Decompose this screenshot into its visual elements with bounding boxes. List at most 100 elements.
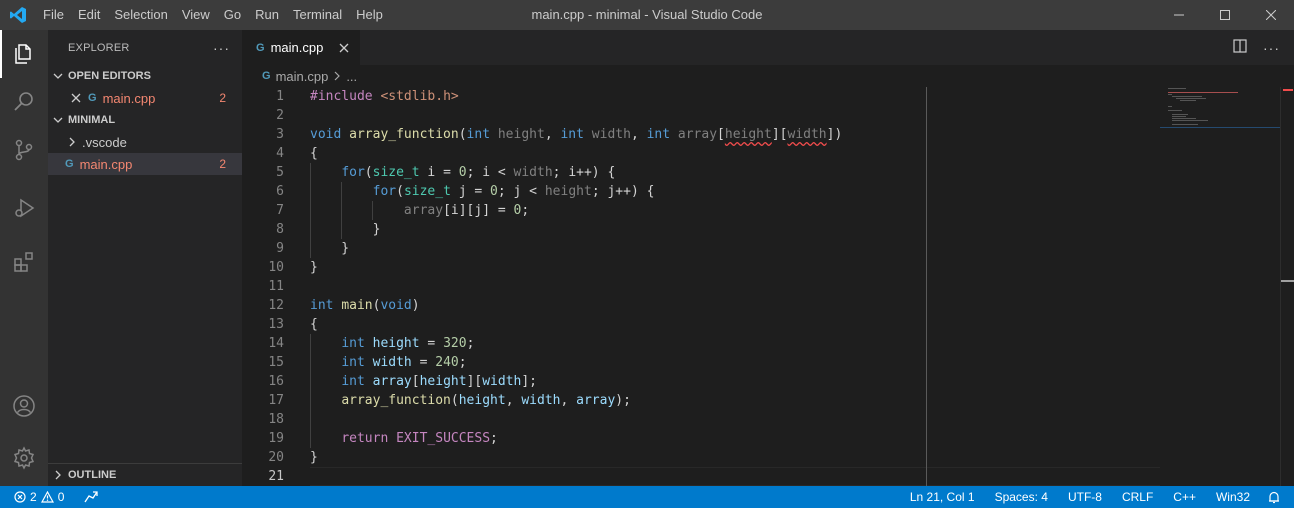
outline-section: OUTLINE [48,463,242,486]
close-window-button[interactable] [1248,0,1294,30]
minimap-line [1176,98,1206,99]
code-line: 16 int array[height][width]; [268,374,538,389]
status-right: Ln 21, Col 1 Spaces: 4 UTF-8 CRLF C++ Wi… [902,490,1294,504]
minimap-line [1160,127,1280,128]
search-icon [14,92,33,111]
close-icon [1266,10,1276,20]
platform[interactable]: Win32 [1204,490,1258,504]
close-tab-button[interactable] [336,40,352,56]
minimap-line [1168,110,1182,111]
minimap-line [1172,116,1186,117]
end-of-line[interactable]: CRLF [1110,490,1161,504]
minimize-button[interactable] [1156,0,1202,30]
outline-header[interactable]: OUTLINE [48,464,242,486]
vertical-scrollbar[interactable] [1280,87,1294,486]
open-editors-label: OPEN EDITORS [68,70,151,82]
menu-bar: File Edit Selection View Go Run Terminal… [36,0,390,30]
breadcrumb-file[interactable]: main.cpp [276,69,329,84]
notifications-button[interactable] [1258,491,1294,504]
chevron-right-icon [64,137,80,147]
code-line: 5 for(size_t i = 0; i < width; i++) { [276,165,616,180]
tree-item-vscode-folder[interactable]: .vscode [48,131,242,153]
warning-count: 0 [57,490,65,504]
source-control-button[interactable] [0,126,48,174]
status-bar: 2 0 Ln 21, Col 1 Spaces: 4 UTF-8 CRLF C+… [0,486,1294,508]
tab-main-cpp[interactable]: G main.cpp [242,30,360,65]
chevron-right-icon [333,69,341,84]
live-share-button[interactable] [76,491,106,503]
code-line: 11 [268,279,284,294]
minimap-line [1168,88,1186,89]
open-editor-item[interactable]: G main.cpp 2 [48,87,242,109]
code-line: 6 for(size_t j = 0; j < height; j++) { [276,184,655,199]
chevron-down-icon [48,115,68,125]
explorer-sidebar: EXPLORER ··· OPEN EDITORS G main.cpp 2 M… [48,30,242,486]
gear-icon [13,446,35,470]
breadcrumb-more[interactable]: ... [346,69,357,84]
menu-help[interactable]: Help [349,0,390,30]
explorer-header: EXPLORER ··· [48,30,242,65]
run-debug-icon [15,198,35,218]
code-line: 8 } [276,222,381,237]
tree-item-main-cpp[interactable]: G main.cpp 2 [48,153,242,175]
open-editor-filename: main.cpp [102,90,156,106]
chevron-down-icon [48,71,68,81]
problems-indicator[interactable]: 2 0 [10,490,72,504]
extensions-icon [14,252,33,272]
encoding[interactable]: UTF-8 [1056,490,1110,504]
run-debug-button[interactable] [0,184,48,232]
minimap[interactable] [1160,87,1280,486]
files-icon [15,44,31,64]
status-left: 2 0 [0,490,106,504]
cpp-file-icon: G [65,158,74,170]
menu-run[interactable]: Run [248,0,286,30]
code-line: 1 #include <stdlib.h> [276,89,459,104]
error-marker [1283,89,1293,91]
settings-button[interactable] [0,434,48,482]
indentation[interactable]: Spaces: 4 [983,490,1056,504]
problem-count-badge: 2 [219,157,226,171]
menu-edit[interactable]: Edit [71,0,107,30]
minimap-line [1168,106,1172,107]
code-line: 10} [268,260,318,275]
menu-go[interactable]: Go [217,0,248,30]
cpp-file-icon: G [262,70,271,82]
open-editors-header[interactable]: OPEN EDITORS [48,65,242,87]
code-line: 7 array[i][j] = 0; [276,203,530,218]
language-mode[interactable]: C++ [1161,490,1204,504]
close-icon [339,43,349,52]
minimize-icon [1174,14,1184,16]
menu-selection[interactable]: Selection [107,0,174,30]
folder-label: MINIMAL [68,114,116,126]
maximize-icon [1220,10,1230,20]
minimap-line [1172,120,1208,121]
cursor-position[interactable]: Ln 21, Col 1 [902,490,983,504]
code-editor[interactable]: 1 #include <stdlib.h> 2 3 void array_funct… [242,87,1160,486]
tab-label: main.cpp [270,40,324,55]
more-actions-icon[interactable]: ··· [1263,40,1280,56]
code-line: 21 [268,469,284,484]
extensions-button[interactable] [0,238,48,286]
source-control-icon [15,139,33,161]
minimap-line [1168,94,1172,95]
tree-item-label: .vscode [82,134,127,150]
tab-bar: G main.cpp ··· [242,30,1294,65]
split-editor-icon[interactable] [1233,39,1247,56]
accounts-button[interactable] [0,382,48,430]
cpp-file-icon: G [256,41,265,54]
menu-terminal[interactable]: Terminal [286,0,349,30]
search-button[interactable] [0,78,48,126]
code-line: 20} [268,450,318,465]
more-actions-icon[interactable]: ··· [213,40,230,56]
menu-file[interactable]: File [36,0,71,30]
close-editor-icon[interactable] [68,93,84,103]
error-icon [14,491,26,503]
outline-label: OUTLINE [68,469,117,481]
title-bar: File Edit Selection View Go Run Terminal… [0,0,1294,30]
window-controls [1156,0,1294,30]
cpp-file-icon: G [88,92,97,104]
menu-view[interactable]: View [175,0,217,30]
folder-header[interactable]: MINIMAL [48,109,242,131]
maximize-button[interactable] [1202,0,1248,30]
explorer-button[interactable] [0,30,48,78]
